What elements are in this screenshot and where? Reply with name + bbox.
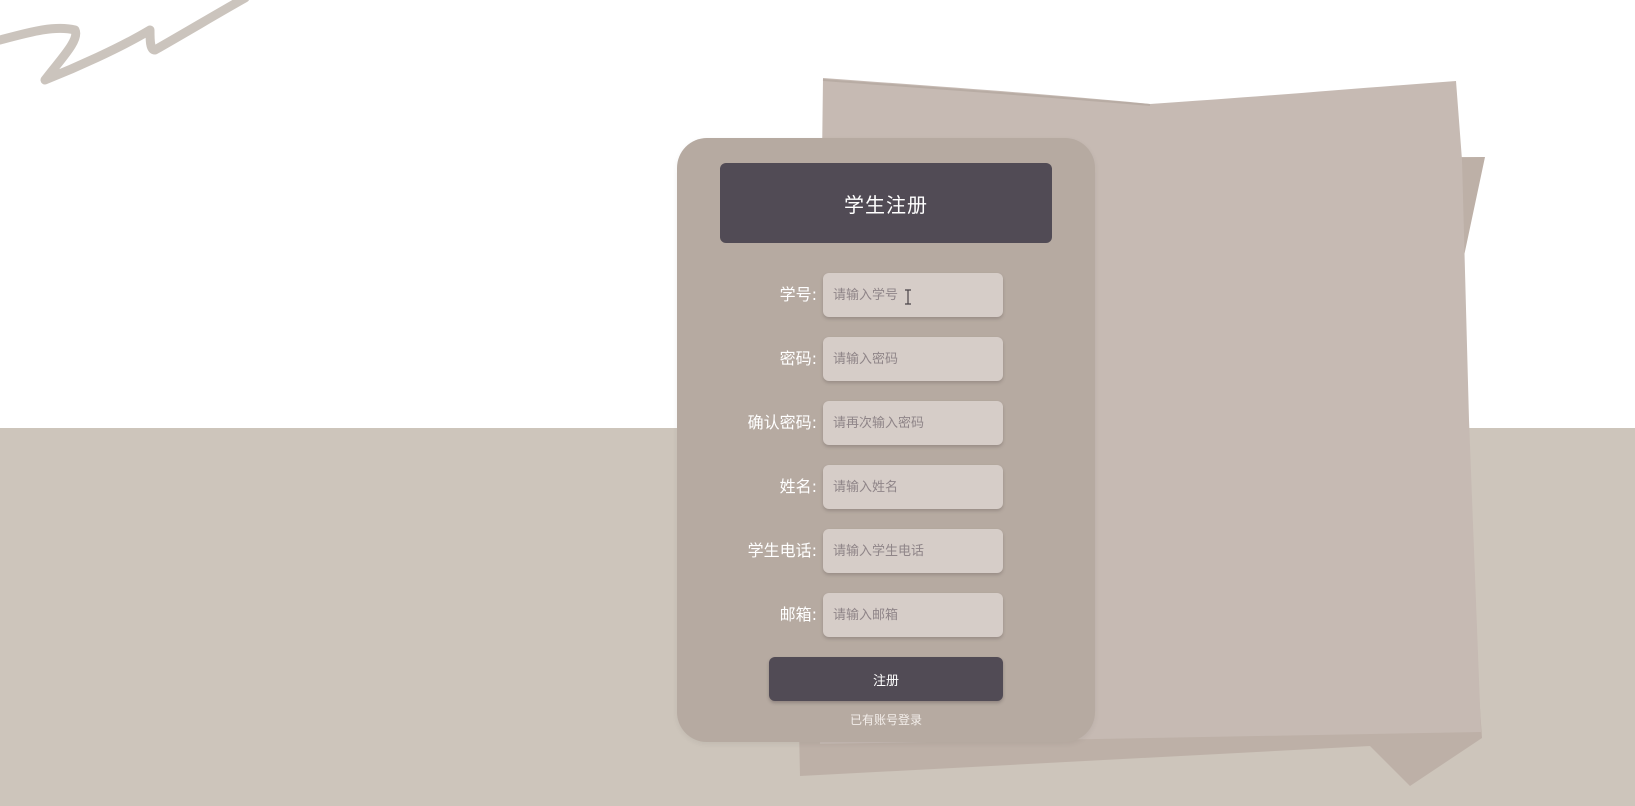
confirm-password-label: 确认密码: <box>747 413 817 432</box>
field-row-email: 邮箱: <box>677 593 1095 637</box>
field-row-password: 密码: <box>677 337 1095 381</box>
name-label: 姓名: <box>779 477 817 496</box>
email-input[interactable] <box>823 593 1003 637</box>
password-input[interactable] <box>823 337 1003 381</box>
field-row-name: 姓名: <box>677 465 1095 509</box>
confirm-password-input[interactable] <box>823 401 1003 445</box>
name-input[interactable] <box>823 465 1003 509</box>
field-row-student-id: 学号: <box>677 273 1095 317</box>
phone-input[interactable] <box>823 529 1003 573</box>
phone-label: 学生电话: <box>747 541 817 560</box>
page-background: 学生注册 学号: 密码: 确认密码: 姓名: 学生电话: 邮箱: 注册 已有账号… <box>0 0 1635 806</box>
password-label: 密码: <box>779 349 817 368</box>
email-label: 邮箱: <box>779 605 817 624</box>
register-button[interactable]: 注册 <box>769 657 1003 701</box>
student-id-input[interactable] <box>823 273 1003 317</box>
login-link[interactable]: 已有账号登录 <box>677 711 1095 728</box>
text-cursor-icon <box>905 289 911 305</box>
student-id-label: 学号: <box>779 285 817 304</box>
field-row-phone: 学生电话: <box>677 529 1095 573</box>
card-title: 学生注册 <box>720 163 1052 243</box>
register-card: 学生注册 学号: 密码: 确认密码: 姓名: 学生电话: 邮箱: 注册 已有账号… <box>677 138 1095 742</box>
scribble-decoration <box>0 0 250 85</box>
field-row-confirm-password: 确认密码: <box>677 401 1095 445</box>
